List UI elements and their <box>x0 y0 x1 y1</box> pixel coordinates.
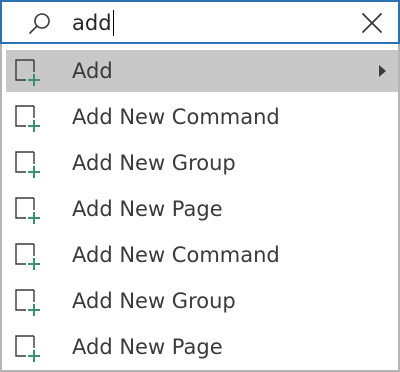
result-item-add-new-command[interactable]: Add New Command <box>6 234 398 276</box>
result-item-label: Add <box>72 59 113 83</box>
result-item-label: Add New Group <box>72 151 236 175</box>
result-item-add-new-group[interactable]: Add New Group <box>6 142 398 184</box>
add-item-icon <box>15 59 40 86</box>
add-item-icon <box>15 151 40 178</box>
result-item-add-new-page[interactable]: Add New Page <box>6 326 398 368</box>
result-item-label: Add New Command <box>72 105 280 129</box>
search-box[interactable]: add <box>0 0 400 44</box>
result-item-add-new-group[interactable]: Add New Group <box>6 280 398 322</box>
add-item-icon <box>15 105 40 132</box>
close-icon[interactable] <box>360 11 384 35</box>
search-input-value: add <box>72 11 112 35</box>
result-item-label: Add New Page <box>72 197 223 221</box>
add-item-icon <box>15 197 40 224</box>
search-input[interactable]: add <box>72 8 114 38</box>
result-item-add[interactable]: Add <box>6 50 398 92</box>
text-caret <box>112 10 114 36</box>
result-item-label: Add New Page <box>72 335 223 359</box>
add-item-icon <box>15 335 40 362</box>
search-popup: add Add Add New Command Add New Group Ad… <box>0 0 400 372</box>
add-item-icon <box>15 289 40 316</box>
add-item-icon <box>15 243 40 270</box>
search-icon <box>29 13 50 34</box>
result-item-label: Add New Command <box>72 243 280 267</box>
result-item-add-new-page[interactable]: Add New Page <box>6 188 398 230</box>
search-results-list: Add Add New Command Add New Group Add Ne… <box>0 44 400 372</box>
chevron-right-icon <box>379 65 386 77</box>
result-item-add-new-command[interactable]: Add New Command <box>6 96 398 138</box>
result-item-label: Add New Group <box>72 289 236 313</box>
